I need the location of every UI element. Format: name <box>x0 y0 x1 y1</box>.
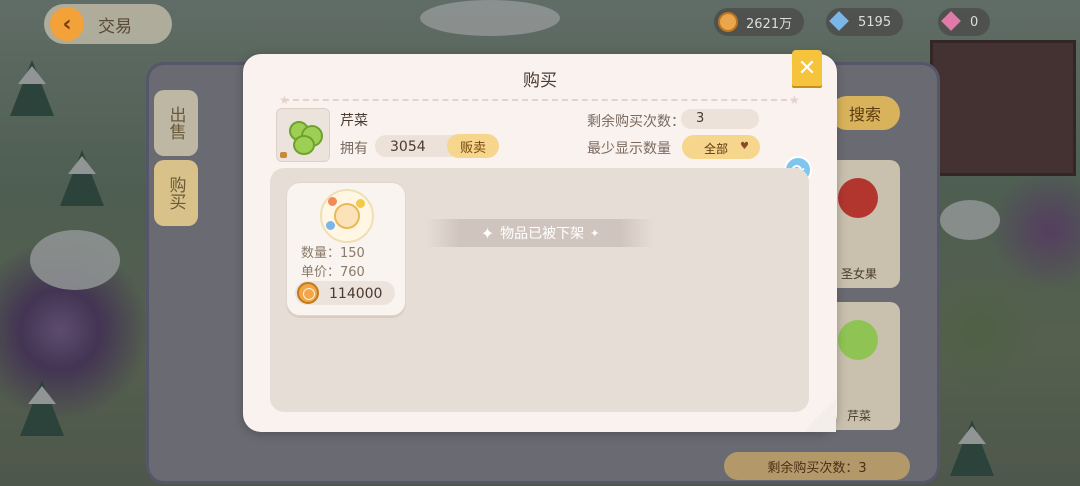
listing-card[interactable]: 数量：150 单价：760 114000 <box>286 182 406 316</box>
min-display-quantity-label: 最少显示数量 <box>587 141 671 157</box>
quantity-value: 150 <box>340 246 365 261</box>
item-name: 芹菜 <box>340 113 368 129</box>
unit-price-label: 单价： <box>301 265 341 280</box>
ruby-icon <box>941 11 961 31</box>
coin-icon <box>297 282 319 304</box>
remaining-purchases-label: 剩余购买次数： <box>587 114 685 130</box>
coin-value: 2621万 <box>746 16 793 32</box>
owned-label: 拥有 <box>340 141 368 157</box>
filter-selected-value: 全部 <box>704 142 729 156</box>
delisted-notice: ✦ 物品已被下架 ✦ <box>426 219 654 247</box>
close-button[interactable]: ✕ <box>792 50 822 86</box>
back-button[interactable]: ‹ 交易 <box>44 4 172 44</box>
gem-value: 5195 <box>858 14 892 30</box>
owned-value: 3054 <box>390 139 426 155</box>
celery-icon <box>838 320 878 360</box>
star-decoration-icon: ★ <box>279 93 290 107</box>
close-icon: ✕ <box>797 55 817 81</box>
avatar-face <box>334 203 360 229</box>
title-divider <box>283 99 797 101</box>
tab-sell[interactable]: 出售 <box>154 90 198 156</box>
third-currency-value: 0 <box>970 14 979 30</box>
listing-unit-price: 单价：760 <box>301 261 365 280</box>
purchase-dialog: 购买 ★ ★ ✕ 芹菜 拥有 3054 贩卖 剩余购买次数： 3 最少显示数量 … <box>243 50 837 432</box>
quantity-label: 数量： <box>301 246 341 261</box>
star-decoration-icon: ★ <box>789 93 800 107</box>
min-display-quantity-select[interactable]: 全部 ♥ <box>682 135 760 159</box>
tomato-icon <box>838 178 878 218</box>
unit-price-value: 760 <box>340 265 365 280</box>
heart-icon: ♥ <box>740 141 749 152</box>
lock-icon <box>280 152 287 158</box>
gem-icon <box>829 11 849 31</box>
dialog-title: 购买 <box>523 71 557 91</box>
sparkle-icon: ✦ <box>480 223 495 243</box>
back-arrow-icon: ‹ <box>50 7 84 41</box>
celery-leaf <box>293 135 315 155</box>
sparkle-icon: ✦ <box>590 226 600 240</box>
flower-icon <box>328 197 337 206</box>
coin-icon <box>718 12 738 32</box>
item-thumbnail <box>276 108 330 162</box>
bg-remaining-purchases: 剩余购买次数：3 <box>724 452 910 480</box>
search-button[interactable]: 搜索 <box>830 96 900 130</box>
listing-quantity: 数量：150 <box>301 242 365 261</box>
seller-avatar <box>320 189 374 243</box>
sell-button[interactable]: 贩卖 <box>447 134 499 158</box>
remaining-purchases-pill <box>681 109 759 129</box>
total-price-value: 114000 <box>329 286 383 302</box>
page-curl-decoration <box>806 396 836 432</box>
gem-counter: 5195 <box>826 8 904 36</box>
remaining-purchases-value: 3 <box>696 111 705 126</box>
coin-counter: 2621万 <box>714 8 805 36</box>
flower-icon <box>356 199 365 208</box>
delisted-text: 物品已被下架 <box>500 226 585 242</box>
back-label: 交易 <box>98 16 132 37</box>
tab-buy[interactable]: 购买 <box>154 160 198 226</box>
third-currency-counter: 0 <box>938 8 991 36</box>
flower-icon <box>326 221 335 230</box>
